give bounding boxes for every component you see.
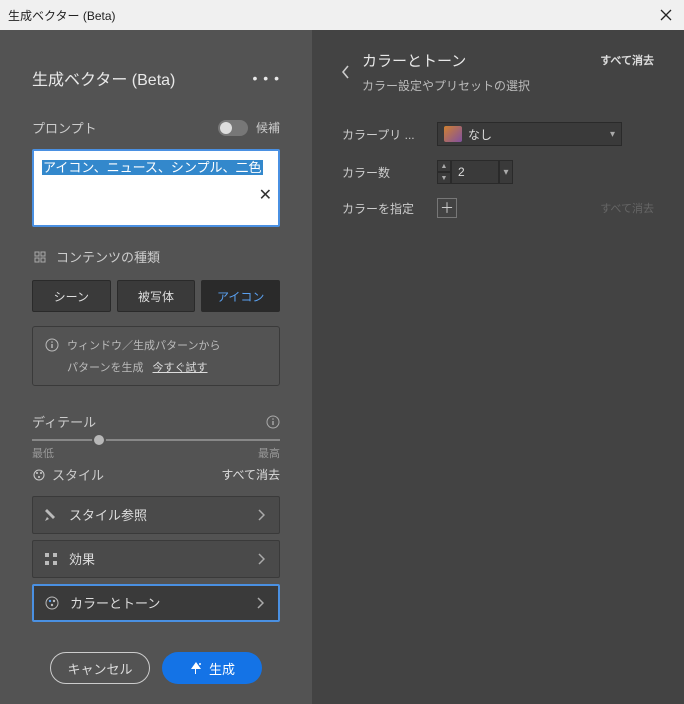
count-dropdown-button[interactable]: ▾	[499, 160, 513, 184]
color-count-label: カラー数	[342, 164, 437, 181]
style-icon	[32, 468, 46, 482]
style-label: スタイル	[52, 465, 104, 484]
detail-slider[interactable]	[32, 439, 280, 441]
pattern-info-box: ウィンドウ／生成パターンから パターンを生成 今すぐ試す	[32, 326, 280, 386]
specify-clear-disabled: すべて消去	[600, 200, 654, 216]
generate-icon	[189, 661, 203, 675]
window-title: 生成ベクター (Beta)	[8, 7, 116, 24]
titlebar: 生成ベクター (Beta)	[0, 0, 684, 30]
type-icon-button[interactable]: アイコン	[201, 280, 280, 312]
count-up-button[interactable]: ▲	[437, 160, 451, 172]
detail-info-icon[interactable]	[266, 415, 280, 429]
right-panel-subtitle: カラー設定やプリセットの選択	[362, 77, 530, 94]
effects-icon	[43, 551, 59, 567]
detail-label: ディテール	[32, 412, 96, 431]
palette-icon	[44, 595, 60, 611]
chevron-right-icon	[257, 553, 265, 565]
add-color-button[interactable]: ＋	[437, 198, 457, 218]
type-scene-button[interactable]: シーン	[32, 280, 111, 312]
chevron-right-icon	[257, 509, 265, 521]
nav-effects[interactable]: 効果	[32, 540, 280, 578]
close-button[interactable]	[656, 5, 676, 25]
specify-color-label: カラーを指定	[342, 200, 437, 217]
slider-min-label: 最低	[32, 445, 54, 461]
panel-title: 生成ベクター (Beta)	[32, 66, 175, 90]
right-panel-title: カラーとトーン	[362, 50, 530, 71]
suggestions-toggle[interactable]	[218, 120, 248, 136]
info-icon	[45, 338, 59, 352]
chevron-down-icon: ▾	[610, 129, 615, 140]
type-subject-button[interactable]: 被写体	[117, 280, 196, 312]
right-panel: カラーとトーン カラー設定やプリセットの選択 すべて消去 カラープリ ... な…	[312, 30, 684, 704]
chevron-right-icon	[256, 597, 264, 609]
right-clear-all[interactable]: すべて消去	[600, 52, 654, 68]
preset-swatch-icon	[444, 126, 462, 142]
cancel-button[interactable]: キャンセル	[50, 652, 150, 684]
try-now-link[interactable]: 今すぐ試す	[153, 362, 208, 374]
content-type-icon	[32, 249, 48, 265]
style-clear-all[interactable]: すべて消去	[221, 466, 280, 483]
nav-color-tone[interactable]: カラーとトーン	[32, 584, 280, 622]
back-button[interactable]: カラーとトーン カラー設定やプリセットの選択	[342, 50, 530, 94]
left-panel: 生成ベクター (Beta) • • • プロンプト 候補 アイコン、ニュース、シ…	[0, 30, 312, 704]
prompt-input[interactable]: アイコン、ニュース、シンプル、二色	[32, 149, 280, 227]
clear-prompt-button[interactable]: ✕	[259, 185, 272, 205]
toggle-label: 候補	[256, 119, 280, 136]
nav-style-reference[interactable]: スタイル参照	[32, 496, 280, 534]
style-ref-icon	[43, 507, 59, 523]
color-count-input[interactable]	[451, 160, 499, 184]
content-type-label: コンテンツの種類	[56, 247, 160, 266]
slider-max-label: 最高	[258, 445, 280, 461]
chevron-left-icon	[342, 65, 350, 79]
generate-button[interactable]: 生成	[162, 652, 262, 684]
preset-label: カラープリ ...	[342, 126, 437, 143]
panel-menu-button[interactable]: • • •	[253, 70, 280, 86]
color-preset-select[interactable]: なし ▾	[437, 122, 622, 146]
prompt-label: プロンプト	[32, 118, 97, 137]
count-down-button[interactable]: ▼	[437, 172, 451, 184]
